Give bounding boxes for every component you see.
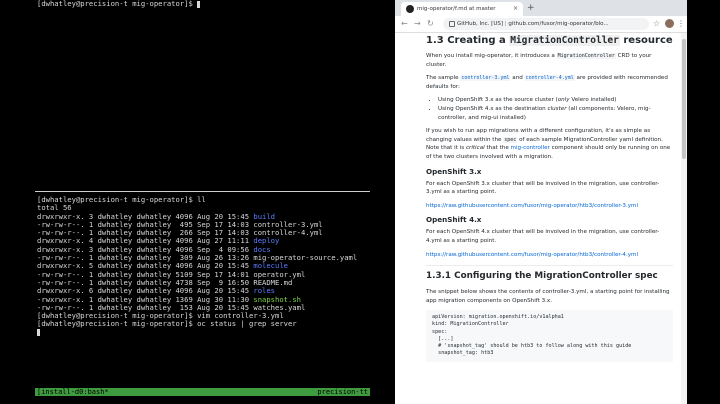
browser-menu-icon[interactable]: ⋮ [677,19,685,29]
browser-window[interactable]: mig-operator/f.md at master × + ← → ↻ Gi… [395,0,687,404]
controller-3-link[interactable]: https://raw.githubusercontent.com/fusor/… [426,202,673,211]
tmux-host-label: precision-tt [317,388,368,396]
scrollbar-thumb[interactable] [682,39,686,159]
paragraph: For each OpenShift 3.x cluster that will… [426,180,660,196]
terminal-pane-bottom[interactable]: [dwhatley@precision-t mig-operator]$ ll t… [35,196,370,386]
site-owner: GitHub, Inc. [US] [457,21,503,27]
controller-4-link[interactable]: https://raw.githubusercontent.com/fusor/… [426,251,673,260]
terminal-line: [dwhatley@precision-t mig-operator]$ oc … [37,319,297,329]
browser-tab[interactable]: mig-operator/f.md at master × [401,2,523,16]
paragraph: If you wish to run app migrations with a… [426,128,671,160]
url-input[interactable]: GitHub, Inc. [US] | github.com/fusor/mig… [443,18,649,30]
subsection-heading: 1.3.1 Configuring the MigrationControlle… [426,265,673,282]
page-content: 1.3 Creating a MigrationController resou… [395,33,681,404]
lock-icon [449,20,455,27]
new-tab-button[interactable]: + [527,2,535,14]
terminal-pane-top[interactable]: [dwhatley@precision-t mig-operator]$ [35,0,370,191]
tab-close-icon[interactable]: × [513,2,518,16]
terminal-line [35,329,370,337]
terminal-line: [dwhatley@precision-t mig-operator]$ [35,0,370,8]
paragraph: The sample controller-3.yml and controll… [426,75,668,90]
tmux-status-bar: [install-d0:bash* precision-tt [35,388,370,396]
defaults-list: Using OpenShift 3.x as the source cluste… [426,96,673,122]
list-item: Using OpenShift 4.x as the destination c… [438,105,673,122]
tab-title: mig-operator/f.md at master [417,6,496,12]
paragraph: When you install mig-operator, it introd… [426,53,652,68]
subheading-openshift-4: OpenShift 4.x [426,215,482,225]
tab-bar: mig-operator/f.md at master × + [395,0,687,16]
back-button[interactable]: ← [401,19,408,29]
code-block: apiVersion: migration.openshift.io/v1alp… [426,310,673,362]
subheading-openshift-3: OpenShift 3.x [426,166,482,176]
bookmark-star-icon[interactable]: ☆ [653,19,660,29]
forward-button[interactable]: → [414,19,421,29]
paragraph: For each OpenShift 4.x cluster that will… [426,229,660,244]
address-bar: ← → ↻ GitHub, Inc. [US] | github.com/fus… [395,16,687,33]
tmux-session-label[interactable]: [install-d0:bash* [37,388,109,396]
terminal-cursor [197,0,201,8]
mig-controller-link[interactable]: mig-controller [511,145,550,151]
terminal-window[interactable]: [dwhatley@precision-t mig-operator]$ [dw… [35,0,370,404]
github-icon [406,5,414,13]
terminal-line: [dwhatley@precision-t mig-operator]$ ll [37,196,206,204]
paragraph: The snippet below shows the contents of … [426,289,670,304]
reload-button[interactable]: ↻ [427,19,434,29]
profile-avatar[interactable] [665,19,674,28]
list-item: Using OpenShift 3.x as the source cluste… [438,96,673,105]
terminal-cursor [37,329,40,337]
section-heading: 1.3 Creating a MigrationController resou… [426,35,673,46]
url-text: github.com/fusor/mig-operator/blo... [508,21,609,27]
page-scrollbar[interactable] [681,33,687,404]
